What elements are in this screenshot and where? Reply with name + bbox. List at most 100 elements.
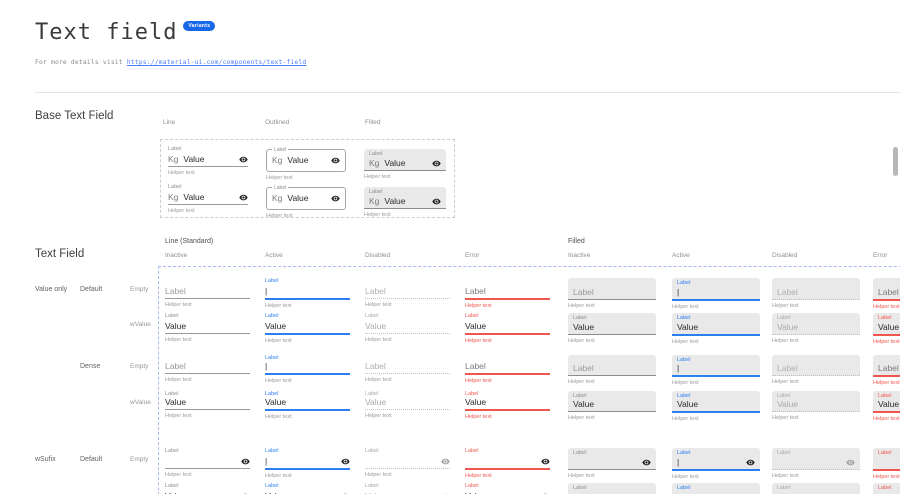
field-value: Value [777,399,798,409]
text-field-filled-active-row3[interactable]: Label|Helper text [672,355,760,386]
field-label [573,280,651,287]
group-header-filled: Filled [568,238,585,245]
text-field-line-inactive-row3[interactable]: LabelHelper text [165,355,250,383]
text-field-line-disabled-row1[interactable]: LabelHelper text [365,278,450,308]
field-label: Label [165,361,186,371]
visibility-icon[interactable] [341,457,350,466]
field-label: Label [573,287,594,297]
helper-text: Helper text [265,378,350,384]
base-line-field-1[interactable]: LabelKgValueHelper text [168,146,248,176]
text-field-line-error-row4[interactable]: LabelValueHelper text [465,391,550,420]
text-field-filled-active-row5[interactable]: Label|Helper text [672,448,760,480]
text-field-line-disabled-row6[interactable]: LabelValueHelper text [365,483,450,494]
text-field-filled-active-row4[interactable]: LabelValueHelper text [672,391,760,422]
text-field-filled-inactive-row4[interactable]: LabelValueHelper text [568,391,656,421]
helper-text: Helper text [772,338,860,344]
text-field-line-error-row2[interactable]: LabelValueHelper text [465,313,550,344]
visibility-icon[interactable] [239,155,248,164]
text-field-line-error-row3[interactable]: LabelHelper text [465,355,550,384]
base-line-field-2[interactable]: LabelKgValueHelper text [168,184,248,214]
input-row: Label [365,362,450,373]
visibility-icon[interactable] [239,193,248,202]
outlined-box: LabelKgValue [266,187,346,210]
field-label: Label [573,450,651,457]
state-header-inactive: Inactive [568,252,590,259]
field-label: Label [365,361,386,371]
text-field-filled-disabled-row3[interactable]: LabelHelper text [772,355,860,385]
input-row: KgValue [369,158,441,170]
text-field-filled-disabled-row4[interactable]: LabelValueHelper text [772,391,860,421]
text-field-filled-inactive-row1[interactable]: LabelHelper text [568,278,656,309]
base-outlined-field-1[interactable]: LabelKgValueHelper text [266,149,346,181]
field-label: Label [265,278,350,285]
visibility-icon[interactable] [331,156,340,165]
text-field-filled-inactive-row6[interactable]: LabelValueHelper text [568,483,656,494]
text-field-filled-error-row1[interactable]: LabelHelper text [873,278,900,310]
scrollbar-thumb[interactable] [893,147,898,176]
text-field-line-inactive-row2[interactable]: LabelValueHelper text [165,313,250,343]
text-field-filled-disabled-row6[interactable]: LabelValueHelper text [772,483,860,494]
filled-box: Label [568,448,656,470]
docs-link[interactable]: https://material-ui.com/components/text-… [127,59,307,66]
visibility-icon[interactable] [846,458,855,467]
input-row: Label [165,362,250,373]
text-field-line-disabled-row2[interactable]: LabelValueHelper text [365,313,450,343]
text-field-filled-disabled-row5[interactable]: LabelHelper text [772,448,860,479]
text-field-filled-active-row6[interactable]: LabelValueHelper text [672,483,760,494]
visibility-icon[interactable] [241,457,250,466]
base-filled-field-2[interactable]: LabelKgValueHelper text [364,187,446,218]
base-filled-field-1[interactable]: LabelKgValueHelper text [364,149,446,180]
visibility-icon[interactable] [541,457,550,466]
helper-text: Helper text [772,303,860,309]
variants-badge[interactable]: Variants [183,21,215,31]
text-field-line-inactive-row5[interactable]: LabelHelper text [165,448,250,478]
text-field-filled-error-row2[interactable]: LabelValueHelper text [873,313,900,345]
text-field-line-error-row1[interactable]: LabelHelper text [465,278,550,309]
text-field-filled-error-row6[interactable]: LabelValueHelper text [873,483,900,494]
text-field-line-inactive-row4[interactable]: LabelValueHelper text [165,391,250,419]
visibility-icon[interactable] [432,159,441,168]
visibility-icon[interactable] [331,194,340,203]
text-field-line-active-row5[interactable]: Label|Helper text [265,448,350,479]
field-value: Value [183,192,204,202]
visibility-icon[interactable] [441,457,450,466]
input-underline [165,373,250,374]
helper-text: Helper text [772,473,860,479]
base-outlined-field-2[interactable]: LabelKgValueHelper text [266,187,346,219]
visibility-icon[interactable] [746,458,755,467]
text-field-filled-inactive-row5[interactable]: LabelHelper text [568,448,656,479]
prefix-text: Kg [168,154,178,164]
text-field-line-disabled-row3[interactable]: Label Helper text [365,355,450,383]
text-field-filled-error-row3[interactable]: LabelHelper text [873,355,900,386]
input-underline [365,468,450,469]
text-field-line-active-row6[interactable]: LabelValueHelper text [265,483,350,494]
helper-text: Helper text [365,377,450,383]
text-field-line-inactive-row1[interactable]: LabelHelper text [165,278,250,308]
text-field-filled-active-row1[interactable]: Label|Helper text [672,278,760,310]
input-row: Label [777,287,855,299]
text-field-line-error-row6[interactable]: LabelValueHelper text [465,483,550,494]
text-field-filled-error-row4[interactable]: LabelValueHelper text [873,391,900,422]
text-field-line-disabled-row4[interactable]: LabelValueHelper text [365,391,450,419]
text-field-line-active-row3[interactable]: Label|Helper text [265,355,350,384]
input-row: Value [573,400,651,411]
text-field-filled-error-row5[interactable]: LabelHelper text [873,448,900,480]
visibility-icon[interactable] [432,197,441,206]
visibility-icon[interactable] [642,458,651,467]
text-field-line-error-row5[interactable]: LabelHelper text [465,448,550,479]
text-field-line-active-row4[interactable]: LabelValueHelper text [265,391,350,420]
input-underline [365,298,450,299]
text-field-filled-disabled-row1[interactable]: Label Helper text [772,278,860,309]
input-underline [465,298,550,300]
text-field-filled-inactive-row3[interactable]: LabelHelper text [568,355,656,385]
text-field-filled-disabled-row2[interactable]: LabelValueHelper text [772,313,860,344]
text-field-filled-active-row2[interactable]: LabelValueHelper text [672,313,760,345]
field-value: Value [265,321,286,331]
field-value: Value [677,399,698,409]
text-field-line-active-row2[interactable]: LabelValueHelper text [265,313,350,344]
text-field-line-inactive-row6[interactable]: LabelValueHelper text [165,483,250,494]
text-field-filled-inactive-row2[interactable]: LabelValueHelper text [568,313,656,344]
text-field-line-active-row1[interactable]: Label|Helper text [265,278,350,309]
text-field-line-disabled-row5[interactable]: LabelHelper text [365,448,450,478]
helper-text: Helper text [772,379,860,385]
